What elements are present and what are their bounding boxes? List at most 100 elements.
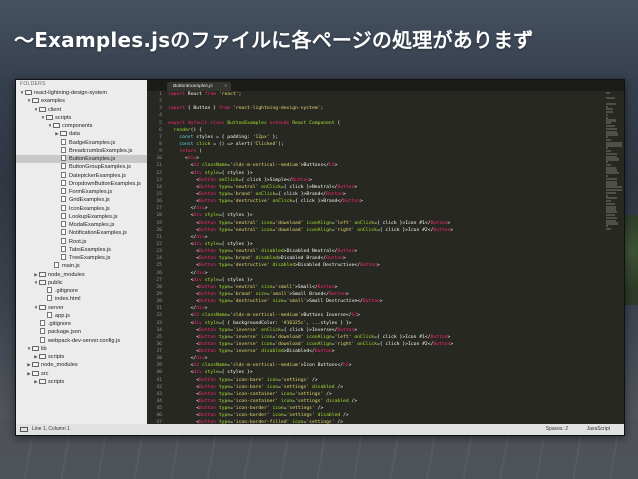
code-token: 'icon-container' [232, 399, 279, 405]
tree-file[interactable]: .gitignore [16, 320, 147, 328]
tree-folder[interactable]: ▼ public [16, 279, 147, 287]
code-token: 'neutral' [232, 220, 259, 226]
tree-folder[interactable]: ▼ examples [16, 97, 147, 105]
code-token: extends [269, 120, 290, 126]
tree-folder[interactable]: ▶ node_modules [16, 271, 147, 279]
tree-folder[interactable]: ▶ scripts [16, 378, 147, 386]
syntax-setting[interactable]: JavaScript [587, 424, 610, 435]
tree-file[interactable]: GridExamples.js [16, 196, 147, 204]
code-token: style [204, 213, 219, 219]
tree-file[interactable]: IconExamples.js [16, 204, 147, 213]
code-token: > [343, 256, 346, 262]
code-token: icon [272, 413, 284, 419]
line-number: 15 [156, 191, 162, 197]
tree-file[interactable]: package.json [16, 328, 147, 336]
code-token: Button [337, 184, 355, 190]
code-token: div [196, 206, 205, 212]
tree-file[interactable]: ButtonExamples.js [16, 155, 147, 164]
code-token: Button [433, 341, 451, 347]
folder-icon [32, 362, 39, 368]
code-token: </ [168, 306, 197, 312]
tree-folder[interactable]: ▼ scripts [16, 114, 147, 122]
code-token: 'icon-border' [232, 406, 270, 412]
cursor-position: Line 1, Column 1 [32, 426, 70, 432]
tree-folder[interactable]: ▼ server [16, 304, 147, 312]
code-token: 'brand' [232, 291, 253, 297]
tree-folder[interactable]: ▶ src [16, 370, 147, 378]
code-token: onClick [354, 220, 375, 226]
code-token: Button [199, 227, 216, 233]
code-token: >Disabled</ [283, 349, 315, 355]
code-line: 17 </div> [147, 205, 624, 212]
code-token: 'left' [334, 220, 352, 226]
tree-folder[interactable]: ▶ scripts [16, 353, 147, 361]
code-line: 11 <h2 className='slds-m-vertical--mediu… [147, 162, 624, 169]
tree-file[interactable]: ModalExamples.js [16, 221, 147, 229]
code-token: >Buttons Inverse</ [300, 313, 352, 319]
tree-file[interactable]: LookupExamples.js [16, 212, 147, 221]
tab-button-examples[interactable]: ButtonExamples.js × [167, 82, 231, 91]
tree-file[interactable]: BadgeExamples.js [16, 138, 147, 147]
tree-file[interactable]: FormExamples.js [16, 188, 147, 196]
code-token: 'small' [269, 291, 290, 297]
code-line: 43 <Button type='icon-container' icon='s… [147, 391, 624, 398]
code-token: div [196, 270, 205, 276]
tree-file[interactable]: index.html [16, 295, 147, 303]
code-token: Button [199, 299, 216, 305]
code-token: 'brand' [232, 191, 253, 197]
tree-file[interactable]: BreadcrumbsExamples.js [16, 146, 147, 155]
tree-file[interactable]: TreeExamples.js [16, 254, 147, 262]
tree-folder[interactable]: ▼ components [16, 122, 147, 130]
minimap-line [606, 227, 611, 231]
code-token: Button [362, 299, 380, 305]
file-icon [61, 196, 66, 203]
tree-item-label: FormExamples.js [69, 189, 113, 195]
tree-file[interactable]: ButtonGroupExamples.js [16, 163, 147, 171]
code-line: 10 <div> [147, 155, 624, 162]
tree-file[interactable]: webpack-dev-server.config.js [16, 336, 147, 345]
code-token: export default class [168, 120, 225, 126]
code-token: > [204, 270, 208, 276]
tree-item-label: ButtonGroupExamples.js [69, 164, 131, 171]
tree-folder[interactable]: ▼ client [16, 106, 147, 114]
code-token: > [204, 356, 208, 362]
tree-file[interactable]: .gitignore [16, 287, 147, 295]
code-token: Button [326, 256, 344, 262]
minimap[interactable] [604, 91, 624, 424]
code-editor[interactable]: 1 import React from 'react'; 2 3 import { Bu… [147, 91, 624, 424]
code-token: ={ click }>Simple</ [238, 177, 293, 183]
code-token: < [168, 241, 194, 247]
code-token: type [218, 191, 231, 197]
code-token: ={ styles }> [218, 213, 253, 219]
tree-file[interactable]: Root.js [16, 237, 147, 246]
tree-folder[interactable]: ▶ node_modules [16, 361, 147, 369]
indentation-setting[interactable]: Spaces: 2 [546, 424, 568, 435]
tree-folder[interactable]: ▶ data [16, 130, 147, 138]
code-token: size [272, 299, 284, 305]
tree-folder[interactable]: ▼ lib [16, 345, 147, 353]
tree-file[interactable]: app.js [16, 311, 147, 320]
close-icon[interactable]: × [224, 82, 227, 91]
tree-item-label: package.json [48, 329, 81, 336]
minimap-line [606, 97, 616, 100]
tree-folder[interactable]: ▼ react-lightning-design-system [16, 89, 147, 97]
code-token: > [447, 220, 451, 226]
code-token: icon [261, 334, 273, 340]
code-token: ={ click }>Icon #1</ [374, 220, 431, 226]
tree-item-label: GridExamples.js [69, 197, 110, 204]
tree-file[interactable]: DropdownButtonExamples.js [16, 179, 147, 188]
code-token: >Disabled Brand</ [278, 256, 327, 262]
code-token: icon [261, 227, 273, 233]
code-token: Button [292, 177, 310, 183]
code-token: 'small' [286, 299, 307, 305]
code-token: style [204, 170, 219, 176]
code-line: 29 <Button type='brand' size='small'>Sma… [147, 291, 624, 298]
code-token: ={ click }>Brand</ [292, 199, 344, 205]
code-token: styles = { padding: [193, 134, 253, 140]
tree-file[interactable]: DatepickerExamples.js [16, 171, 147, 180]
tree-file[interactable]: TabsExamples.js [16, 245, 147, 254]
code-token: onClick [354, 334, 375, 340]
panel-toggle-icon[interactable] [20, 427, 28, 432]
tree-file[interactable]: main.js [16, 262, 147, 270]
tree-file[interactable]: NotificationExamples.js [16, 229, 147, 237]
